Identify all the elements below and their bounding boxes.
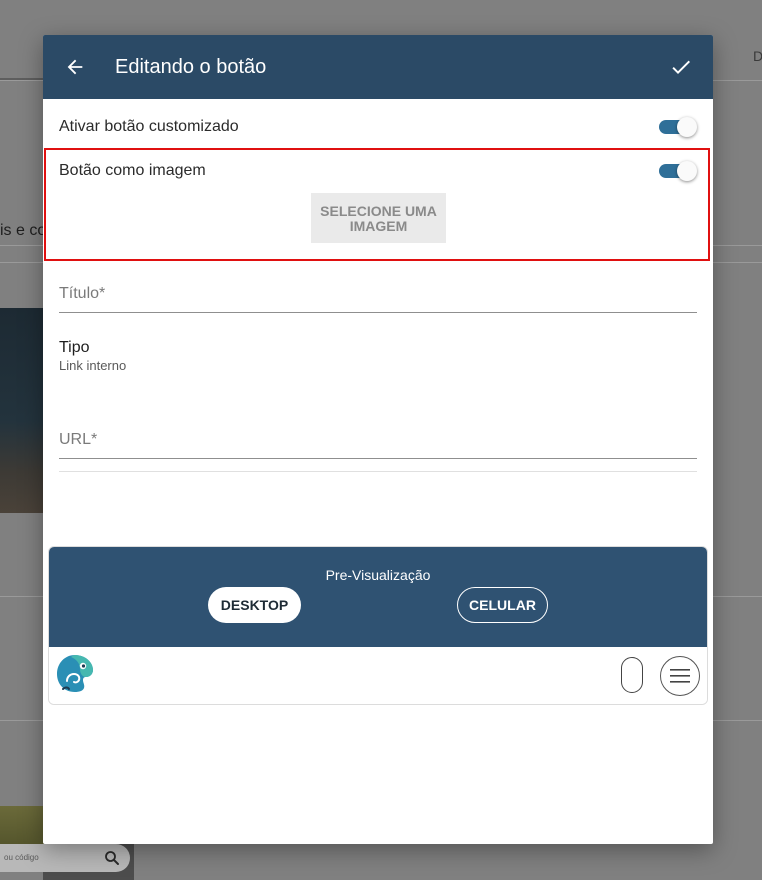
preview-title: Pre-Visualização xyxy=(325,567,431,583)
type-value: Link interno xyxy=(59,358,127,373)
hamburger-menu-icon xyxy=(670,669,690,683)
preview-header: Pre-Visualização DESKTOP CELULAR xyxy=(49,547,707,647)
edit-button-dialog: Editando o botão Ativar botão customizad… xyxy=(43,35,713,844)
toggle-thumb xyxy=(677,117,697,137)
type-field[interactable]: Tipo Link interno xyxy=(59,339,126,373)
search-icon xyxy=(105,851,119,865)
dialog-title: Editando o botão xyxy=(115,55,267,78)
image-button-row: Botão como imagem xyxy=(59,159,697,183)
chameleon-logo xyxy=(57,655,93,692)
select-image-button[interactable]: SELECIONE UMA IMAGEM xyxy=(311,193,446,243)
image-button-toggle[interactable] xyxy=(659,160,697,182)
title-placeholder: Título* xyxy=(59,285,106,302)
preview-element-placeholder xyxy=(621,657,643,693)
type-label: Tipo xyxy=(59,339,90,356)
mobile-preview-button[interactable]: CELULAR xyxy=(457,587,548,623)
arrow-left-icon xyxy=(67,59,83,75)
field-divider xyxy=(59,471,697,472)
back-button[interactable] xyxy=(63,55,87,79)
preview-canvas xyxy=(49,647,707,704)
confirm-button[interactable] xyxy=(669,55,693,79)
custom-button-toggle[interactable] xyxy=(659,116,697,138)
custom-button-row: Ativar botão customizado xyxy=(59,99,697,155)
url-field[interactable]: URL* xyxy=(59,423,697,459)
background-photo xyxy=(0,308,44,513)
toggle-thumb xyxy=(677,161,697,181)
custom-button-label: Ativar botão customizado xyxy=(59,118,239,135)
url-placeholder: URL* xyxy=(59,431,98,448)
image-button-label: Botão como imagem xyxy=(59,162,206,179)
menu-button[interactable] xyxy=(660,656,700,696)
desktop-preview-button[interactable]: DESKTOP xyxy=(208,587,301,623)
dialog-header: Editando o botão xyxy=(43,35,713,99)
title-field[interactable]: Título* xyxy=(59,277,697,313)
preview-panel: Pre-Visualização DESKTOP CELULAR xyxy=(48,546,708,705)
background-text: D xyxy=(753,48,762,64)
check-icon xyxy=(672,60,690,74)
background-text: is e co xyxy=(0,222,47,239)
dialog-body: Ativar botão customizado Botão como imag… xyxy=(43,99,713,705)
background-photo xyxy=(0,806,44,846)
